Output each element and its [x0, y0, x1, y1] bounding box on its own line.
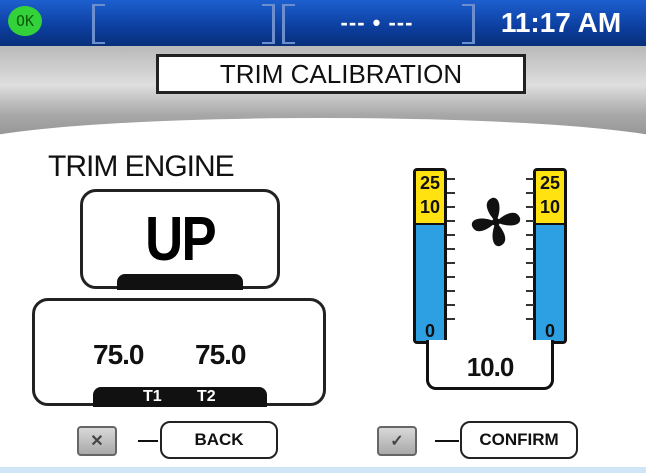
gauge-mid-label: 10: [539, 197, 561, 217]
bottom-edge: [0, 467, 646, 473]
gauge-bottom-label: 0: [424, 321, 435, 341]
gauge-top-label: 25: [419, 173, 441, 193]
trim-direction-display: UP: [80, 189, 280, 290]
back-connector: [138, 440, 158, 442]
back-icon-button[interactable]: ✕: [77, 426, 117, 456]
check-icon: ✓: [390, 433, 404, 450]
temperature-label-bar: T1 T2: [93, 387, 267, 407]
confirm-icon-button[interactable]: ✓: [377, 426, 417, 456]
trim-reading-display: 10.0: [426, 340, 554, 390]
t2-value: 75.0: [195, 339, 246, 370]
status-bar: OK --- • --- 11:17 AM: [0, 0, 646, 46]
trim-calibration-screen: OK --- • --- 11:17 AM TRIM CALIBRATION T…: [0, 0, 646, 473]
close-icon: ✕: [90, 433, 104, 450]
t1-value: 75.0: [93, 339, 144, 370]
t2-label: T2: [197, 388, 216, 405]
trim-reading-value: 10.0: [466, 352, 515, 382]
status-field-bracket: [262, 4, 275, 44]
confirm-connector: [435, 440, 459, 442]
ok-status-badge: OK: [8, 6, 42, 36]
back-button[interactable]: BACK: [160, 421, 278, 459]
propeller-icon: [471, 197, 521, 247]
gauge-mid-label: 10: [419, 197, 441, 217]
left-trim-gauge: 25 10 0: [413, 168, 447, 344]
clock-time: 11:17 AM: [500, 7, 622, 38]
t1-label: T1: [143, 388, 162, 405]
gauge-bottom-label: 0: [544, 321, 555, 341]
status-field-bracket: [92, 4, 105, 44]
left-gauge-ticks: [447, 168, 457, 344]
temperature-display: 75.0 75.0 T1 T2: [32, 298, 326, 407]
gauge-top-label: 25: [539, 173, 561, 193]
page-title: TRIM CALIBRATION: [156, 54, 526, 94]
right-trim-gauge: 25 10 0: [533, 168, 567, 344]
status-center-text: --- • ---: [340, 10, 414, 35]
trim-engine-label: TRIM ENGINE: [48, 150, 235, 183]
trim-direction-bar: [117, 274, 243, 290]
trim-direction-text: UP: [145, 205, 217, 274]
confirm-button[interactable]: CONFIRM: [460, 421, 578, 459]
